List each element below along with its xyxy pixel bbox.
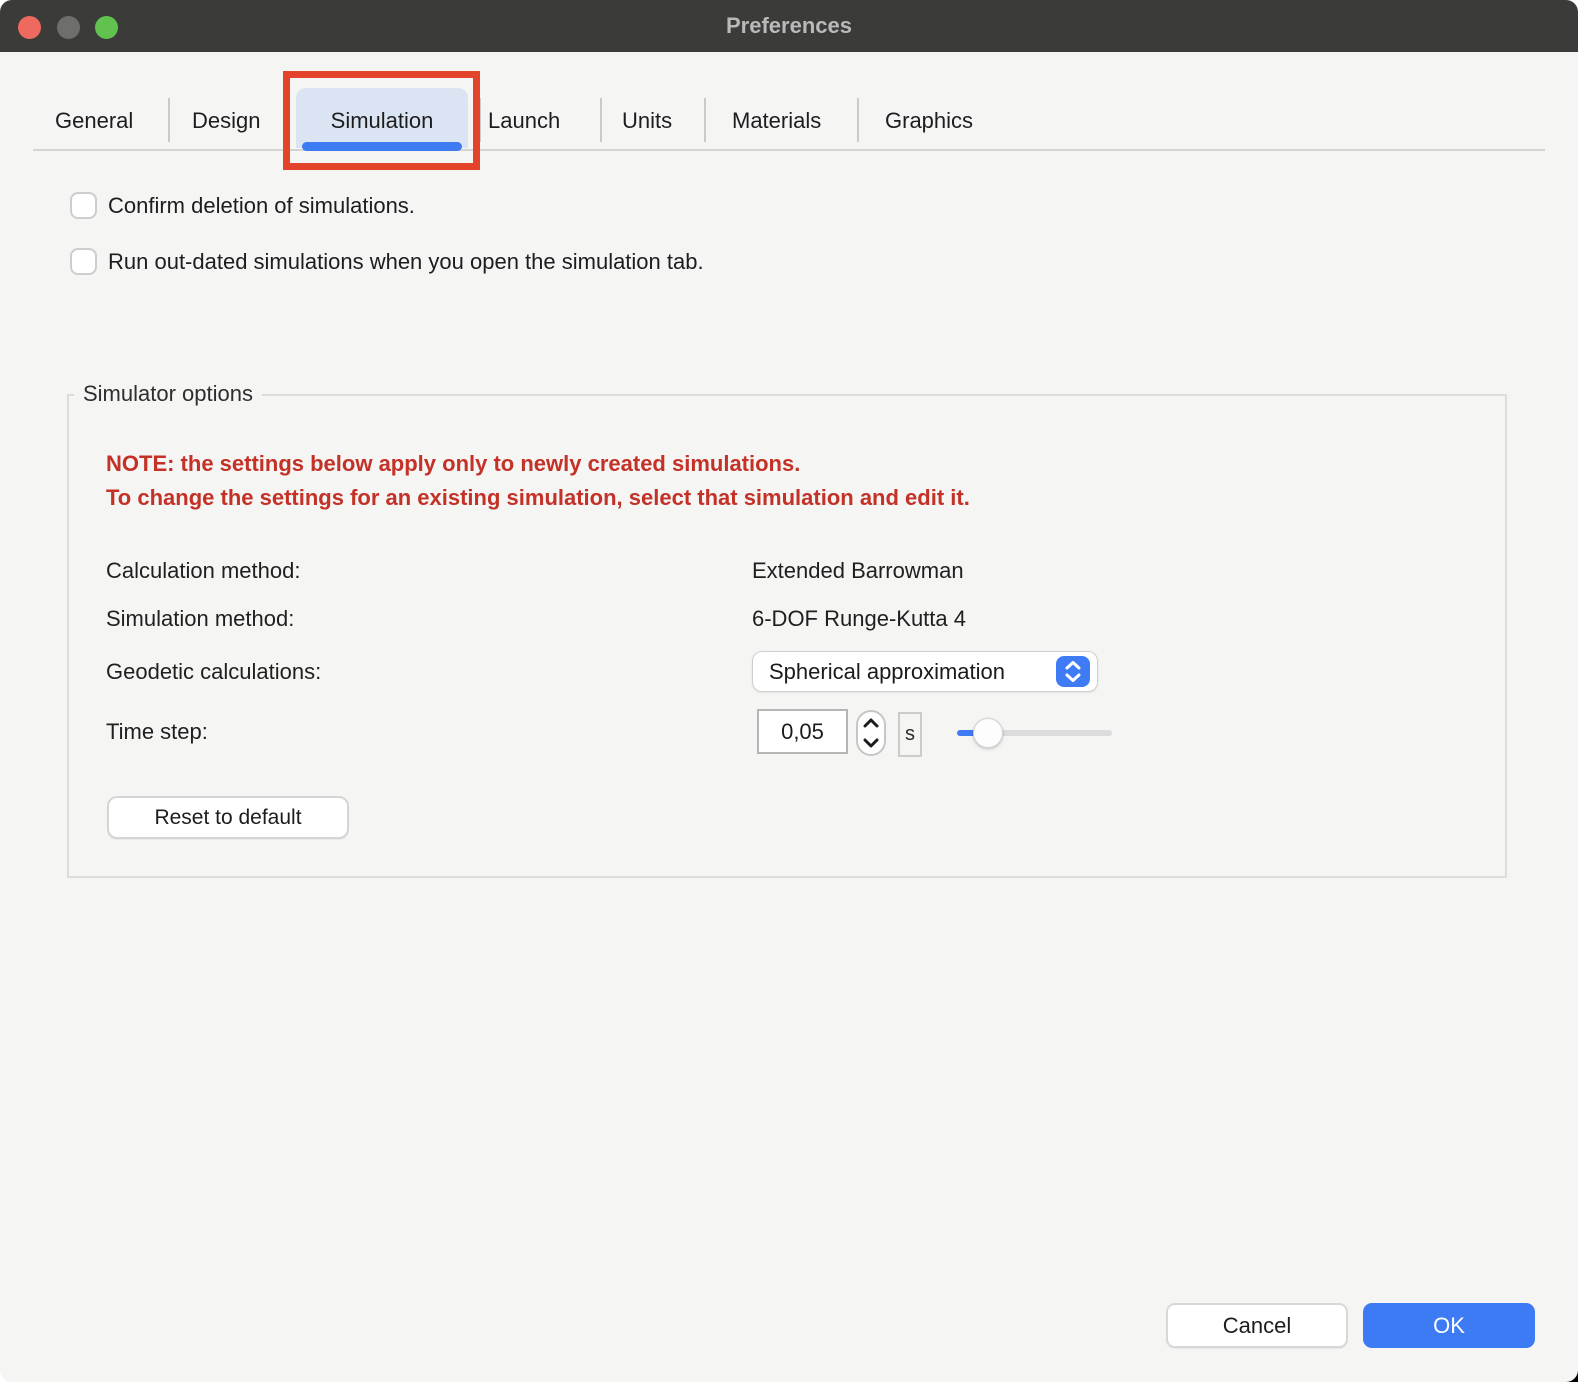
geodetic-calculations-selected-value: Spherical approximation bbox=[769, 652, 1005, 691]
run-outdated-label: Run out-dated simulations when you open … bbox=[108, 248, 704, 275]
run-outdated-checkbox[interactable] bbox=[70, 248, 97, 275]
tab-materials[interactable]: Materials bbox=[732, 107, 821, 135]
selected-tab-underline bbox=[302, 142, 462, 151]
title-bar: Preferences bbox=[0, 0, 1578, 52]
calculation-method-value: Extended Barrowman bbox=[752, 557, 964, 584]
geodetic-calculations-dropdown[interactable]: Spherical approximation bbox=[752, 651, 1098, 692]
simulator-options-legend: Simulator options bbox=[74, 380, 262, 408]
reset-to-default-button[interactable]: Reset to default bbox=[107, 796, 349, 839]
window-title: Preferences bbox=[0, 0, 1578, 52]
note-line-2: To change the settings for an existing s… bbox=[106, 484, 970, 512]
simulation-method-value: 6-DOF Runge-Kutta 4 bbox=[752, 605, 966, 632]
time-step-unit-button[interactable]: s bbox=[898, 712, 922, 757]
chevron-up-icon[interactable] bbox=[863, 717, 879, 729]
time-step-label: Time step: bbox=[106, 718, 208, 745]
tab-general[interactable]: General bbox=[55, 107, 133, 135]
tab-separator bbox=[479, 98, 481, 142]
confirm-deletion-label: Confirm deletion of simulations. bbox=[108, 192, 415, 219]
tab-graphics[interactable]: Graphics bbox=[885, 107, 973, 135]
time-step-stepper[interactable] bbox=[856, 710, 886, 756]
tab-separator bbox=[704, 98, 706, 142]
tab-separator bbox=[168, 98, 170, 142]
tab-simulation[interactable]: Simulation bbox=[296, 107, 468, 135]
chevron-down-icon[interactable] bbox=[863, 737, 879, 749]
tab-separator bbox=[600, 98, 602, 142]
calculation-method-label: Calculation method: bbox=[106, 557, 300, 584]
simulation-method-label: Simulation method: bbox=[106, 605, 294, 632]
tab-separator bbox=[285, 98, 287, 142]
ok-button[interactable]: OK bbox=[1363, 1303, 1535, 1348]
note-line-1: NOTE: the settings below apply only to n… bbox=[106, 450, 800, 478]
tab-design[interactable]: Design bbox=[192, 107, 260, 135]
tab-launch[interactable]: Launch bbox=[488, 107, 560, 135]
updown-chevrons-icon bbox=[1056, 656, 1090, 687]
tab-bar-rule bbox=[33, 149, 1545, 151]
preferences-window: Preferences General Design Simulation La… bbox=[0, 0, 1578, 1382]
tab-units[interactable]: Units bbox=[622, 107, 672, 135]
time-step-input[interactable] bbox=[757, 709, 848, 754]
tab-separator bbox=[857, 98, 859, 142]
cancel-button[interactable]: Cancel bbox=[1166, 1303, 1348, 1348]
geodetic-calculations-label: Geodetic calculations: bbox=[106, 658, 321, 685]
confirm-deletion-checkbox[interactable] bbox=[70, 192, 97, 219]
time-step-slider-thumb[interactable] bbox=[973, 718, 1003, 748]
